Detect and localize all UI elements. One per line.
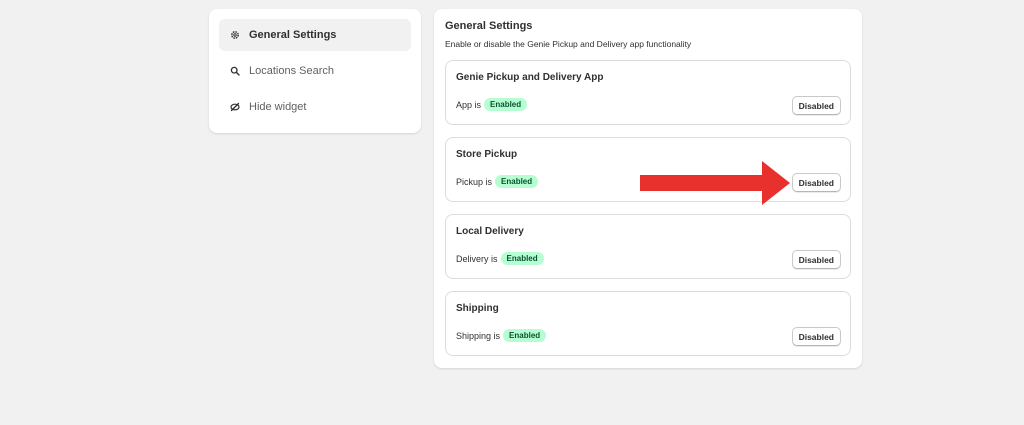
delivery-disable-button[interactable]: Disabled xyxy=(791,250,841,269)
status-badge: Enabled xyxy=(503,329,547,342)
sidebar-item-locations-search[interactable]: Locations Search xyxy=(219,55,411,87)
hide-icon xyxy=(229,101,241,113)
status-text: Shipping is xyxy=(456,330,501,341)
annotation-arrow-icon xyxy=(640,161,790,205)
page-subtitle: Enable or disable the Genie Pickup and D… xyxy=(445,39,692,49)
local-delivery-card: Local Delivery Delivery is Enabled Disab… xyxy=(445,214,851,279)
sidebar-item-label: Hide widget xyxy=(249,101,307,113)
app-settings-card: Genie Pickup and Delivery App App is Ena… xyxy=(445,60,851,125)
card-status: Shipping is Enabled xyxy=(456,329,547,342)
card-title: Genie Pickup and Delivery App xyxy=(456,72,604,83)
settings-sidebar: General Settings Locations Search Hide w… xyxy=(209,9,421,133)
sidebar-item-label: General Settings xyxy=(249,29,337,41)
shipping-card: Shipping Shipping is Enabled Disabled xyxy=(445,291,851,356)
card-title: Shipping xyxy=(456,303,499,314)
sidebar-item-general-settings[interactable]: General Settings xyxy=(219,19,411,51)
status-badge: Enabled xyxy=(500,252,544,265)
status-text: App is xyxy=(456,99,482,110)
card-status: Delivery is Enabled xyxy=(456,252,544,265)
status-text: Delivery is xyxy=(456,253,498,264)
gear-icon xyxy=(229,29,241,41)
status-badge: Enabled xyxy=(484,98,528,111)
sidebar-item-label: Locations Search xyxy=(249,65,334,77)
status-text: Pickup is xyxy=(456,176,493,187)
sidebar-item-hide-widget[interactable]: Hide widget xyxy=(219,91,411,123)
card-title: Local Delivery xyxy=(456,226,524,237)
shipping-disable-button[interactable]: Disabled xyxy=(791,327,841,346)
page-title: General Settings xyxy=(445,20,533,32)
status-badge: Enabled xyxy=(495,175,539,188)
card-status: App is Enabled xyxy=(456,98,528,111)
card-title: Store Pickup xyxy=(456,149,518,160)
app-disable-button[interactable]: Disabled xyxy=(791,96,841,115)
search-icon xyxy=(229,65,241,77)
card-status: Pickup is Enabled xyxy=(456,175,539,188)
pickup-disable-button[interactable]: Disabled xyxy=(791,173,841,192)
